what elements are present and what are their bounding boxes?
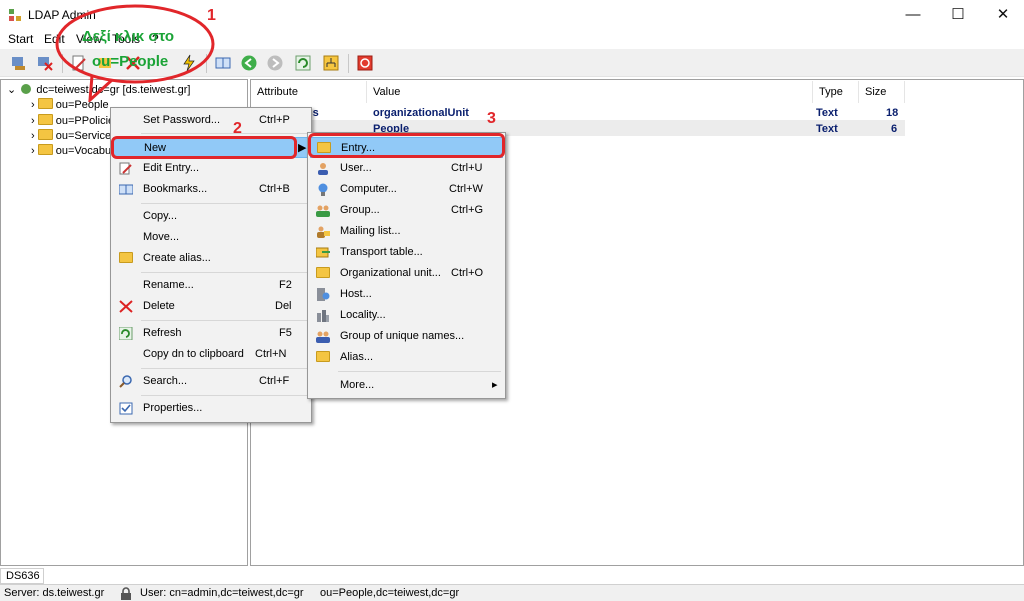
submenu-item-group-unique-names[interactable]: Group of unique names... (310, 326, 503, 347)
edit-icon (119, 162, 132, 175)
annotation-bubble (55, 4, 215, 102)
app-icon (9, 9, 21, 21)
menu-item-copy[interactable]: Copy... (113, 206, 309, 227)
submenu-item-more[interactable]: More... ▸ (310, 375, 503, 396)
status-path: ou=People,dc=teiwest,dc=gr (320, 587, 460, 599)
tree-item-ppolicies[interactable]: › ou=PPolicies (31, 114, 120, 129)
menu-item-rename[interactable]: Rename... F2 (113, 275, 309, 296)
connect-icon[interactable] (10, 54, 28, 72)
tree-item-services[interactable]: › ou=Services (31, 129, 117, 144)
forward-icon[interactable] (266, 54, 284, 72)
refresh-icon (119, 327, 133, 340)
lock-icon (121, 587, 131, 600)
submenu-item-mailing-list[interactable]: Mailing list... (310, 221, 503, 242)
maximize-button[interactable]: ☐ (935, 0, 981, 30)
menu-item-move[interactable]: Move... (113, 227, 309, 248)
status-bar: Server: ds.teiwest.gr User: cn=admin,dc=… (0, 584, 1024, 601)
server-icon (21, 84, 32, 94)
new-submenu: Entry... User... Ctrl+U Computer... Ctrl+W… (307, 132, 506, 399)
header-attribute[interactable]: Attribute (251, 81, 367, 103)
submenu-item-locality[interactable]: Locality... (310, 305, 503, 326)
header-size[interactable]: Size (859, 81, 905, 103)
row1-size: 18 (886, 107, 899, 119)
status-server: Server: ds.teiwest.gr (4, 587, 105, 599)
folder-icon (316, 267, 330, 278)
host-icon (317, 288, 330, 301)
group-icon (316, 331, 330, 343)
submenu-item-transport-table[interactable]: Transport table... (310, 242, 503, 263)
annotation-highlight-new (111, 136, 297, 159)
menu-item-refresh[interactable]: Refresh F5 (113, 323, 309, 344)
menu-item-delete[interactable]: Delete Del (113, 296, 309, 317)
annotation-number-3: 3 (487, 110, 496, 127)
transport-icon (316, 247, 330, 258)
ldap-admin-window: LDAP Admin — ☐ ✕ Start Edit View Tools ?… (0, 0, 1024, 601)
delete-icon (119, 300, 133, 313)
status-user: User: cn=admin,dc=teiwest,dc=gr (140, 587, 304, 599)
close-button[interactable]: ✕ (980, 0, 1024, 30)
annotation-text-line2: ou=People (92, 53, 169, 70)
computer-icon (318, 183, 328, 196)
search-icon (119, 375, 132, 388)
minimize-button[interactable]: — (890, 0, 936, 30)
row1-value[interactable]: organizationalUnit (373, 107, 469, 119)
menu-item-create-alias[interactable]: Create alias... (113, 248, 309, 269)
menu-item-edit-entry[interactable]: Edit Entry... (113, 158, 309, 179)
submenu-item-host[interactable]: Host... (310, 284, 503, 305)
refresh-icon[interactable] (294, 54, 312, 72)
row1-type: Text (816, 107, 838, 119)
header-value[interactable]: Value (367, 81, 813, 103)
collapse-icon[interactable]: ⌄ (7, 84, 16, 96)
folder-icon (37, 129, 53, 140)
status-left: DS636 (0, 568, 44, 584)
exit-icon[interactable] (356, 54, 374, 72)
row2-type: Text (816, 123, 838, 135)
folder-icon (316, 351, 330, 362)
menu-item-properties[interactable]: Properties... (113, 398, 309, 419)
submenu-item-computer[interactable]: Computer... Ctrl+W (310, 179, 503, 200)
menu-start[interactable]: Start (8, 32, 33, 46)
folder-icon (119, 252, 133, 263)
menu-item-search[interactable]: Search... Ctrl+F (113, 371, 309, 392)
group-icon (316, 205, 330, 217)
folder-icon (37, 114, 53, 125)
menu-item-bookmarks[interactable]: Bookmarks... Ctrl+B (113, 179, 309, 200)
annotation-highlight-entry (308, 133, 505, 158)
submenu-item-organizational-unit[interactable]: Organizational unit... Ctrl+O (310, 263, 503, 284)
locality-icon (317, 310, 329, 322)
header-type[interactable]: Type (813, 81, 859, 103)
back-icon[interactable] (240, 54, 258, 72)
book-icon (119, 184, 133, 195)
folder-icon (37, 98, 53, 109)
menu-item-copy-dn[interactable]: Copy dn to clipboard Ctrl+N (113, 344, 309, 365)
submenu-item-user[interactable]: User... Ctrl+U (310, 158, 503, 179)
user-icon (318, 163, 328, 175)
mailing-list-icon (317, 226, 330, 238)
folder-icon (37, 144, 53, 155)
annotation-number-1: 1 (207, 7, 216, 24)
schema-icon[interactable] (322, 54, 340, 72)
submenu-item-group[interactable]: Group... Ctrl+G (310, 200, 503, 221)
row2-size: 6 (891, 123, 898, 135)
menu-item-set-password[interactable]: Set Password... Ctrl+P (113, 110, 309, 131)
submenu-item-alias[interactable]: Alias... (310, 347, 503, 368)
annotation-text-line1: Δεξί κλικ στο (82, 28, 175, 45)
properties-icon (119, 402, 133, 415)
chevron-right-icon: ▸ (492, 379, 498, 391)
